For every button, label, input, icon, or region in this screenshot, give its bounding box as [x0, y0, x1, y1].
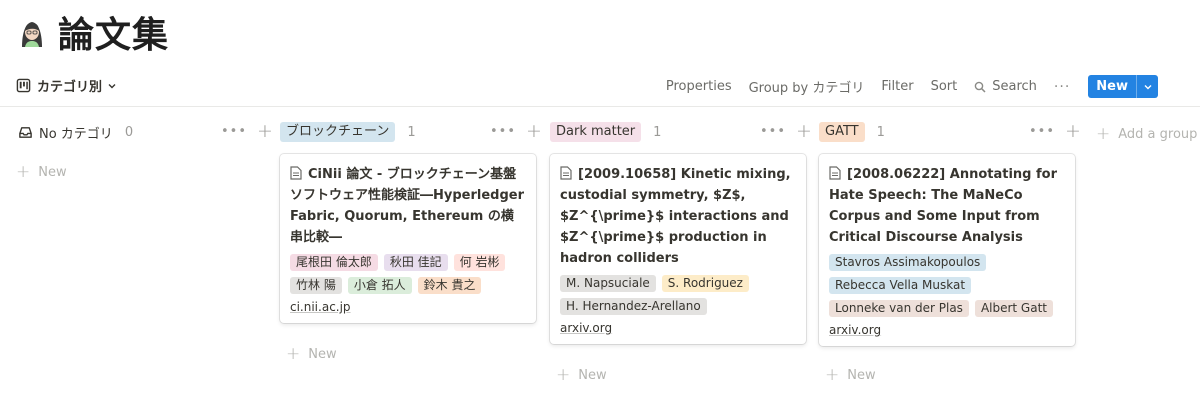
column-more-icon[interactable]: •••	[221, 124, 247, 139]
board-card[interactable]: [2008.06222] Annotating for Hate Speech:…	[819, 154, 1075, 346]
column-more-icon[interactable]: •••	[1029, 124, 1055, 139]
document-icon	[829, 166, 841, 180]
toolbar-actions: Properties Group by カテゴリ Filter Sort Sea…	[666, 75, 1158, 98]
page-header: 論文集	[16, 8, 169, 56]
card-title-row: [2009.10658] Kinetic mixing, custodial s…	[560, 164, 796, 269]
column-count: 0	[124, 124, 134, 140]
add-card-button[interactable]: + New	[825, 365, 876, 385]
plus-icon: +	[825, 365, 840, 385]
more-options-icon[interactable]: ···	[1054, 79, 1070, 95]
column-title: GATT	[819, 122, 865, 142]
plus-icon: +	[286, 344, 301, 364]
author-tag: Albert Gatt	[974, 300, 1053, 317]
add-card-label: New	[308, 346, 337, 362]
board-column-blockchain: ブロックチェーン 1 ••• + CiNii 論文 - ブロックチェーン基盤ソフ…	[280, 120, 542, 364]
author-tag: 秋田 佳記	[383, 254, 448, 271]
new-dropdown-chevron-icon[interactable]	[1136, 75, 1158, 98]
author-tag: Rebecca Vella Muskat	[829, 277, 972, 294]
column-more-icon[interactable]: •••	[760, 124, 786, 139]
column-actions: ••• +	[490, 122, 542, 141]
filter-button[interactable]: Filter	[881, 79, 913, 94]
author-tag: M. Napsuciale	[560, 275, 656, 292]
view-label: カテゴリ別	[37, 80, 103, 95]
add-card-button[interactable]: + New	[286, 344, 337, 364]
column-actions: ••• +	[1029, 122, 1081, 141]
column-actions: ••• +	[760, 122, 812, 141]
column-add-icon[interactable]: +	[796, 122, 812, 141]
new-button-label[interactable]: New	[1088, 75, 1136, 98]
search-button[interactable]: Search	[974, 79, 1037, 94]
view-toolbar: カテゴリ別 Properties Group by カテゴリ Filter So…	[0, 70, 1200, 104]
author-tag: 尾根田 倫太郎	[290, 254, 378, 271]
card-title: [2009.10658] Kinetic mixing, custodial s…	[560, 167, 791, 266]
board-view-icon	[16, 78, 31, 93]
board-card[interactable]: CiNii 論文 - ブロックチェーン基盤ソフトウェア性能検証―Hyperled…	[280, 154, 536, 323]
board-column-no-category: No カテゴリ 0 ••• + + New	[16, 120, 273, 183]
inbox-icon	[19, 126, 32, 138]
plus-icon: +	[16, 162, 31, 182]
board-column-dark-matter: Dark matter 1 ••• + [2009.10658] Kinetic…	[550, 120, 812, 385]
document-icon	[560, 166, 572, 180]
author-tag: Lonneke van der Plas	[829, 300, 969, 317]
column-add-icon[interactable]: +	[257, 122, 273, 141]
toolbar-divider	[0, 106, 1200, 107]
search-label: Search	[992, 79, 1037, 94]
card-title: CiNii 論文 - ブロックチェーン基盤ソフトウェア性能検証―Hyperled…	[290, 167, 525, 245]
column-title: No カテゴリ	[39, 126, 113, 142]
column-add-icon[interactable]: +	[1065, 122, 1081, 141]
author-tag: 鈴木 貴之	[417, 277, 482, 294]
search-icon	[974, 81, 986, 93]
board-card[interactable]: [2009.10658] Kinetic mixing, custodial s…	[550, 154, 806, 344]
sort-button[interactable]: Sort	[931, 79, 958, 94]
view-switcher[interactable]: カテゴリ別	[16, 76, 117, 95]
card-url[interactable]: arxiv.org	[560, 321, 796, 335]
author-tag: 何 岩彬	[453, 254, 506, 271]
properties-button[interactable]: Properties	[666, 79, 732, 94]
card-tags: M. Napsuciale S. Rodriguez H. Hernandez-…	[560, 275, 796, 315]
card-title-row: [2008.06222] Annotating for Hate Speech:…	[829, 164, 1065, 248]
add-card-label: New	[847, 367, 876, 383]
plus-icon: +	[1096, 124, 1111, 144]
column-count: 1	[876, 124, 885, 140]
card-title: [2008.06222] Annotating for Hate Speech:…	[829, 167, 1057, 245]
author-tag: H. Hernandez-Arellano	[560, 298, 707, 315]
column-title: Dark matter	[550, 122, 642, 142]
author-tag: 竹林 陽	[290, 277, 342, 294]
add-group-button[interactable]: + Add a group	[1096, 124, 1197, 144]
column-more-icon[interactable]: •••	[490, 124, 516, 139]
add-group-label: Add a group	[1118, 126, 1198, 142]
add-card-label: New	[38, 164, 67, 180]
add-card-label: New	[578, 367, 607, 383]
card-url[interactable]: arxiv.org	[829, 323, 1065, 337]
add-card-button[interactable]: + New	[16, 162, 67, 182]
column-actions: ••• +	[221, 122, 273, 141]
board-column-gatt: GATT 1 ••• + [2008.06222] Annotating for…	[819, 120, 1081, 385]
author-tag: S. Rodriguez	[661, 275, 749, 292]
column-add-icon[interactable]: +	[526, 122, 542, 141]
new-button[interactable]: New	[1088, 75, 1158, 98]
plus-icon: +	[556, 365, 571, 385]
author-tag: Stavros Assimakopoulos	[829, 254, 987, 271]
card-tags: 尾根田 倫太郎 秋田 佳記 何 岩彬 竹林 陽 小倉 拓人 鈴木 貴之	[290, 254, 526, 294]
column-title: ブロックチェーン	[280, 122, 396, 142]
card-url[interactable]: ci.nii.ac.jp	[290, 300, 526, 314]
column-count: 1	[653, 124, 662, 140]
document-icon	[290, 166, 302, 180]
author-tag: 小倉 拓人	[347, 277, 412, 294]
group-by-button[interactable]: Group by カテゴリ	[749, 77, 865, 96]
add-card-button[interactable]: + New	[556, 365, 607, 385]
column-count: 1	[407, 124, 416, 140]
woman-face-icon[interactable]	[16, 17, 48, 49]
page-title: 論文集	[58, 15, 170, 56]
chevron-down-icon	[108, 83, 116, 88]
card-tags: Stavros Assimakopoulos Rebecca Vella Mus…	[829, 254, 1065, 317]
card-title-row: CiNii 論文 - ブロックチェーン基盤ソフトウェア性能検証―Hyperled…	[290, 164, 526, 248]
